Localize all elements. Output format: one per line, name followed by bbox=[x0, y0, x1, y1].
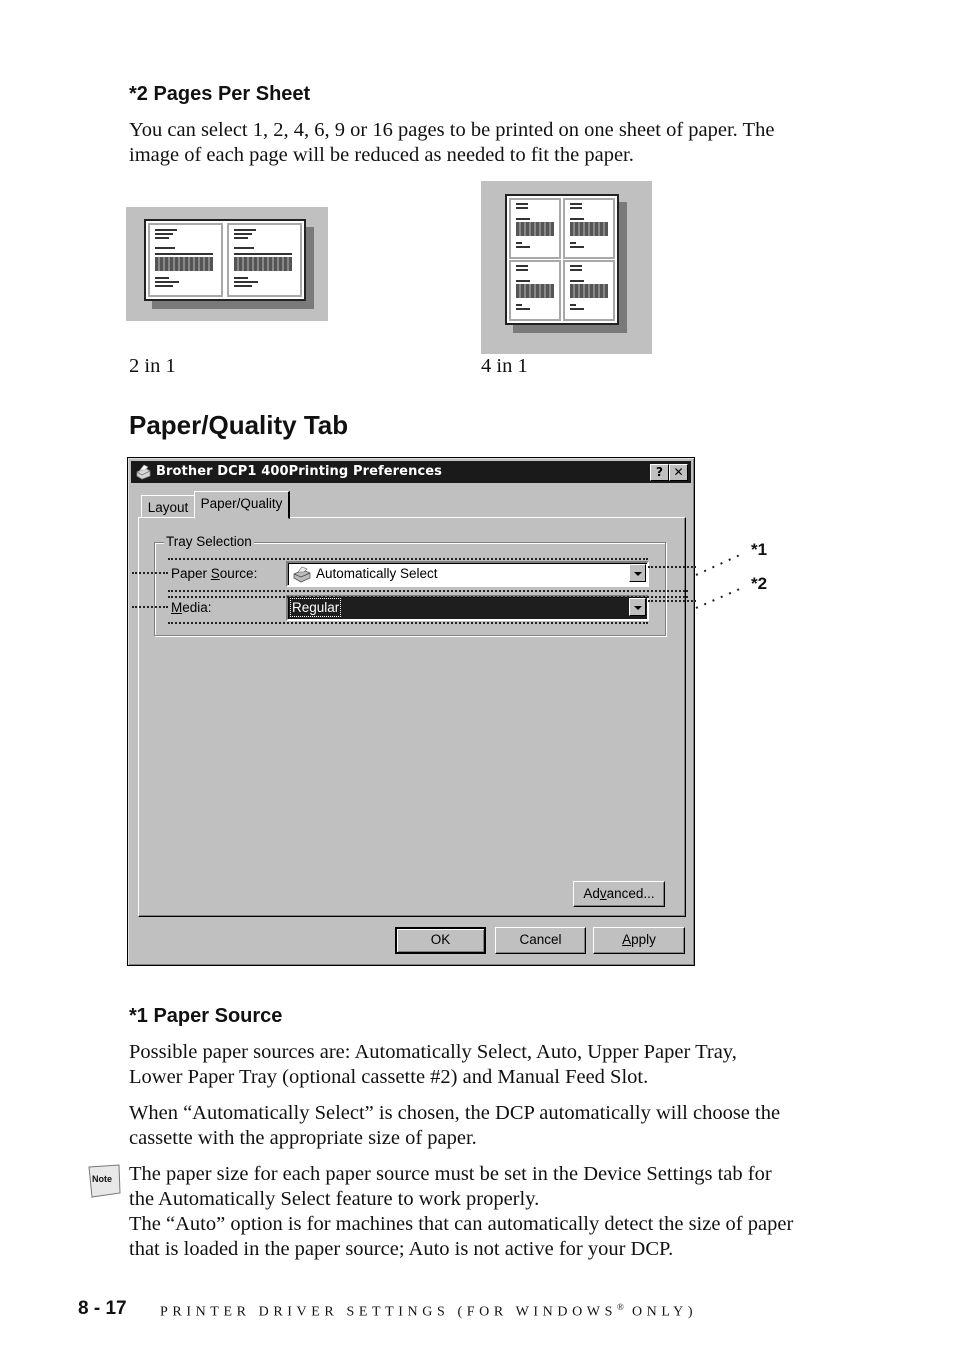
paper-source-para1-line1: Possible paper sources are: Automaticall… bbox=[129, 1041, 737, 1063]
close-icon: ✕ bbox=[673, 465, 684, 479]
callout-outline-media bbox=[168, 596, 688, 598]
tab-paper-quality[interactable]: Paper/Quality bbox=[194, 491, 290, 519]
thumbnail-2-in-1 bbox=[126, 207, 328, 321]
leader-line-1 bbox=[695, 553, 743, 576]
callout-outline-paper-source bbox=[168, 558, 648, 560]
mini-page bbox=[509, 260, 561, 321]
help-button[interactable]: ? bbox=[650, 464, 669, 481]
paper-source-select[interactable]: Automatically Select bbox=[286, 561, 649, 587]
chevron-down-icon[interactable] bbox=[629, 564, 646, 582]
media-value: Regular bbox=[289, 598, 342, 617]
sheet-4-in-1 bbox=[505, 194, 619, 325]
leader-line-2 bbox=[695, 587, 743, 609]
ok-button[interactable]: OK bbox=[395, 927, 486, 954]
callout-outline-right-1 bbox=[648, 566, 696, 568]
media-label: Media: bbox=[171, 600, 212, 615]
note-line-3: The “Auto” option is for machines that c… bbox=[129, 1213, 794, 1235]
mini-page bbox=[509, 198, 561, 259]
paper-source-para1-line2: Lower Paper Tray (optional cassette #2) … bbox=[129, 1066, 649, 1088]
advanced-button[interactable]: Advanced... bbox=[573, 881, 665, 907]
callout-label-1: *1 bbox=[751, 540, 768, 559]
callout-outline-left-1 bbox=[132, 572, 168, 574]
caption-4-in-1: 4 in 1 bbox=[481, 355, 528, 377]
note-icon-label: Note bbox=[92, 1174, 112, 1184]
media-select[interactable]: Regular bbox=[286, 595, 649, 621]
pages-per-sheet-line-2: image of each page will be reduced as ne… bbox=[129, 144, 634, 166]
printer-icon bbox=[136, 464, 151, 480]
paper-source-value: Automatically Select bbox=[316, 566, 438, 581]
mini-page bbox=[563, 260, 615, 321]
callout-outline-media bbox=[168, 622, 648, 624]
printing-preferences-dialog: Brother DCP1 400Printing Preferences ? ✕… bbox=[127, 457, 695, 966]
paper-source-para2-line2: cassette with the appropriate size of pa… bbox=[129, 1127, 477, 1149]
cancel-button[interactable]: Cancel bbox=[495, 927, 586, 954]
tray-selection-label: Tray Selection bbox=[164, 534, 254, 549]
close-button[interactable]: ✕ bbox=[669, 464, 688, 481]
note-line-1: The paper size for each paper source mus… bbox=[129, 1163, 772, 1185]
callout-leaders bbox=[695, 553, 743, 609]
chevron-down-icon[interactable] bbox=[629, 598, 646, 616]
thumbnail-4-in-1 bbox=[481, 181, 652, 354]
note-line-4: that is loaded in the paper source; Auto… bbox=[129, 1238, 674, 1260]
running-title: PRINTER DRIVER SETTINGS (FOR WINDOWS® ON… bbox=[160, 1302, 698, 1320]
caption-2-in-1: 2 in 1 bbox=[129, 355, 176, 377]
paper-source-para2-line1: When “Automatically Select” is chosen, t… bbox=[129, 1102, 781, 1124]
callout-outline-left-2 bbox=[132, 606, 168, 608]
callout-outline-paper-source bbox=[168, 590, 688, 592]
paper-source-label: Paper Source: bbox=[171, 566, 258, 581]
sheet-2-in-1 bbox=[144, 219, 306, 301]
callout-outline-right-2 bbox=[648, 600, 696, 602]
heading-paper-quality-tab: Paper/Quality Tab bbox=[129, 410, 349, 440]
dialog-title: Brother DCP1 400Printing Preferences bbox=[156, 464, 443, 479]
mini-page bbox=[148, 223, 223, 297]
callout-label-2: *2 bbox=[751, 574, 768, 593]
printer-icon bbox=[293, 566, 311, 583]
note-line-2: the Automatically Select feature to work… bbox=[129, 1188, 540, 1210]
heading-pages-per-sheet: *2 Pages Per Sheet bbox=[129, 83, 311, 105]
pages-per-sheet-line-1: You can select 1, 2, 4, 6, 9 or 16 pages… bbox=[129, 119, 775, 141]
mini-page bbox=[563, 198, 615, 259]
apply-button[interactable]: Apply bbox=[593, 927, 685, 954]
page-number: 8 - 17 bbox=[78, 1298, 127, 1319]
mini-page bbox=[227, 223, 302, 297]
tab-layout[interactable]: Layout bbox=[141, 495, 195, 518]
heading-paper-source: *1 Paper Source bbox=[129, 1005, 283, 1027]
dialog-title-bar[interactable]: Brother DCP1 400Printing Preferences ? ✕ bbox=[131, 461, 691, 483]
